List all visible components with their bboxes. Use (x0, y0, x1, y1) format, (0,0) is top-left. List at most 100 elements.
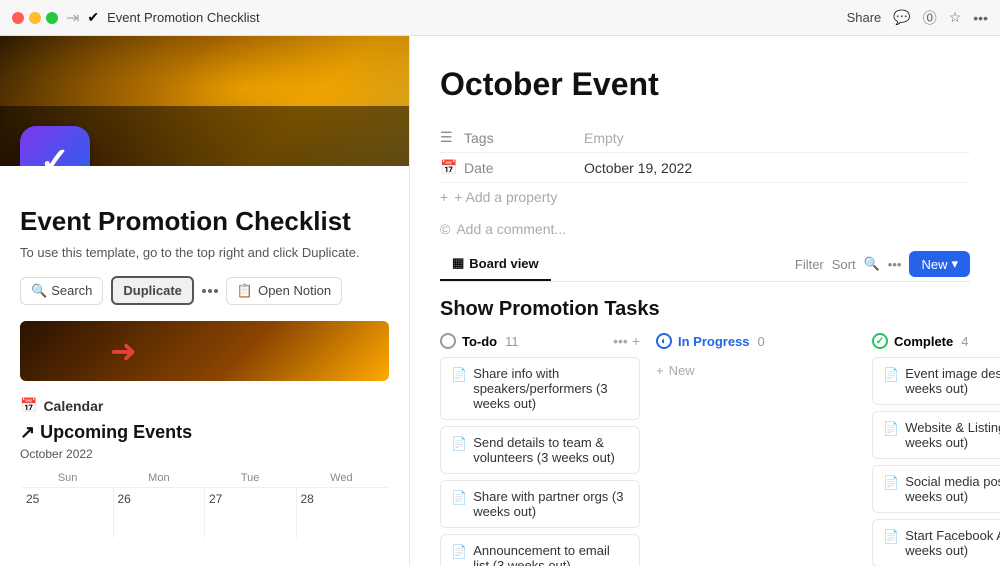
task-doc-icon: 📄 (451, 544, 467, 560)
tags-icon: ☰ (440, 129, 464, 146)
day-mon: Mon (113, 469, 204, 487)
complete-status-dot: ✓ (872, 333, 888, 349)
date-value[interactable]: October 19, 2022 (584, 160, 692, 176)
cal-cell-25: 25 (22, 488, 114, 538)
view-actions: Filter Sort 🔍 ••• New ▾ (795, 251, 970, 277)
cal-cell-28: 28 (297, 488, 388, 538)
view-tabs: ▦ Board view Filter Sort 🔍 ••• New ▾ (440, 247, 970, 282)
left-content: Event Promotion Checklist To use this te… (0, 166, 409, 560)
todo-status-dot (440, 333, 456, 349)
page-subtitle: To use this template, go to the top righ… (20, 245, 389, 260)
arrow-banner: ➜ (20, 321, 389, 381)
add-comment-label: Add a comment... (456, 221, 566, 237)
titlebar: ⇥ ✔ Event Promotion Checklist Share 💬 ⓪ … (0, 0, 1000, 36)
inprogress-header: ◐ In Progress 0 (656, 333, 856, 349)
more-options[interactable] (202, 289, 218, 293)
view-more-icon[interactable]: ••• (888, 257, 902, 272)
task-text: Start Facebook Ads (4 weeks out) (905, 528, 1000, 558)
plus-icon: + (440, 189, 448, 205)
calendar-label: Calendar (43, 398, 103, 414)
notion-icon: ✔ (87, 9, 99, 26)
todo-header: To-do 11 ••• + (440, 333, 640, 349)
task-doc-icon: 📄 (883, 475, 899, 491)
tags-value[interactable]: Empty (584, 130, 624, 146)
todo-actions: ••• + (613, 333, 640, 349)
dot3 (214, 289, 218, 293)
sort-button[interactable]: Sort (832, 257, 856, 272)
minimize-dot[interactable] (29, 12, 41, 24)
inprogress-add-task[interactable]: + New (656, 357, 856, 384)
date-property: 📅 Date October 19, 2022 (440, 153, 970, 183)
action-bar: 🔍 Search Duplicate 📋 Open Notion (20, 276, 389, 305)
page-title-titlebar: Event Promotion Checklist (107, 10, 259, 25)
todo-more-btn[interactable]: ••• (613, 333, 628, 349)
filter-button[interactable]: Filter (795, 257, 824, 272)
task-card: 📄 Announcement to email list (3 weeks ou… (440, 534, 640, 566)
comment-icon[interactable]: 💬 (893, 9, 910, 26)
plus-icon: + (656, 363, 664, 378)
open-notion-button[interactable]: 📋 Open Notion (226, 277, 342, 305)
task-text: Send details to team & volunteers (3 wee… (473, 435, 629, 465)
notion-logo-icon: 📋 (237, 283, 253, 299)
add-property-button[interactable]: + + Add a property (440, 183, 970, 211)
duplicate-label: Duplicate (123, 283, 182, 298)
calendar-row: 25 26 27 28 (22, 487, 387, 538)
date-label: Date (464, 160, 584, 176)
app-icon: ✓ (20, 126, 90, 166)
complete-column: ✓ Complete 4 📄 Event image designs (4 we… (872, 333, 1000, 566)
task-card: 📄 Website & Listings (4 weeks out) (872, 411, 1000, 459)
maximize-dot[interactable] (46, 12, 58, 24)
more-icon[interactable]: ••• (973, 10, 988, 26)
calendar-section-header: 📅 Calendar (20, 397, 389, 414)
task-card: 📄 Social media posts #1 (4 weeks out) (872, 465, 1000, 513)
calendar-icon: 📅 (20, 397, 37, 414)
titlebar-right: Share 💬 ⓪ ☆ ••• (847, 8, 988, 28)
todo-column: To-do 11 ••• + 📄 Share info with speaker… (440, 333, 640, 566)
task-text: Website & Listings (4 weeks out) (905, 420, 1000, 450)
task-doc-icon: 📄 (451, 367, 467, 383)
day-sun: Sun (22, 469, 113, 487)
date-icon: 📅 (440, 159, 464, 176)
new-button[interactable]: New ▾ (909, 251, 970, 277)
event-title: October Event (440, 66, 970, 103)
tags-label: Tags (464, 130, 584, 146)
add-comment-button[interactable]: © Add a comment... (440, 211, 970, 247)
month-label: October 2022 (20, 447, 389, 461)
calendar-header: Sun Mon Tue Wed (22, 469, 387, 487)
help-icon[interactable]: ⓪ (923, 8, 937, 28)
close-dot[interactable] (12, 12, 24, 24)
nav-forward-icon[interactable]: ⇥ (66, 8, 79, 28)
day-tue: Tue (205, 469, 296, 487)
task-card: 📄 Share info with speakers/performers (3… (440, 357, 640, 420)
add-property-label: + Add a property (454, 189, 557, 205)
task-doc-icon: 📄 (451, 436, 467, 452)
checkmark-icon: ✓ (40, 140, 70, 166)
cover-image: ✓ (0, 36, 409, 166)
board-view-tab[interactable]: ▦ Board view (440, 247, 551, 281)
chevron-down-icon: ▾ (951, 256, 958, 272)
todo-label: To-do (462, 334, 497, 349)
new-label: New (921, 257, 947, 272)
new-task-label: New (669, 363, 695, 378)
inprogress-column: ◐ In Progress 0 + New (656, 333, 856, 566)
copyright-icon: © (440, 221, 450, 237)
star-icon[interactable]: ☆ (949, 9, 962, 26)
search-label: Search (51, 283, 92, 298)
task-doc-icon: 📄 (883, 529, 899, 545)
board-columns: To-do 11 ••• + 📄 Share info with speaker… (440, 333, 970, 566)
search-button[interactable]: 🔍 Search (20, 277, 103, 305)
window-controls (12, 12, 58, 24)
task-card: 📄 Start Facebook Ads (4 weeks out) (872, 519, 1000, 566)
share-button[interactable]: Share (847, 10, 882, 25)
complete-header: ✓ Complete 4 (872, 333, 1000, 349)
dot1 (202, 289, 206, 293)
task-text: Announcement to email list (3 weeks out) (473, 543, 629, 566)
task-doc-icon: 📄 (451, 490, 467, 506)
board-icon: ▦ (452, 255, 464, 271)
duplicate-button[interactable]: Duplicate (111, 276, 194, 305)
tags-property: ☰ Tags Empty (440, 123, 970, 153)
todo-count: 11 (505, 334, 519, 349)
main-layout: ✓ Event Promotion Checklist To use this … (0, 36, 1000, 566)
search-view-icon[interactable]: 🔍 (864, 256, 880, 272)
todo-add-btn[interactable]: + (632, 333, 640, 349)
